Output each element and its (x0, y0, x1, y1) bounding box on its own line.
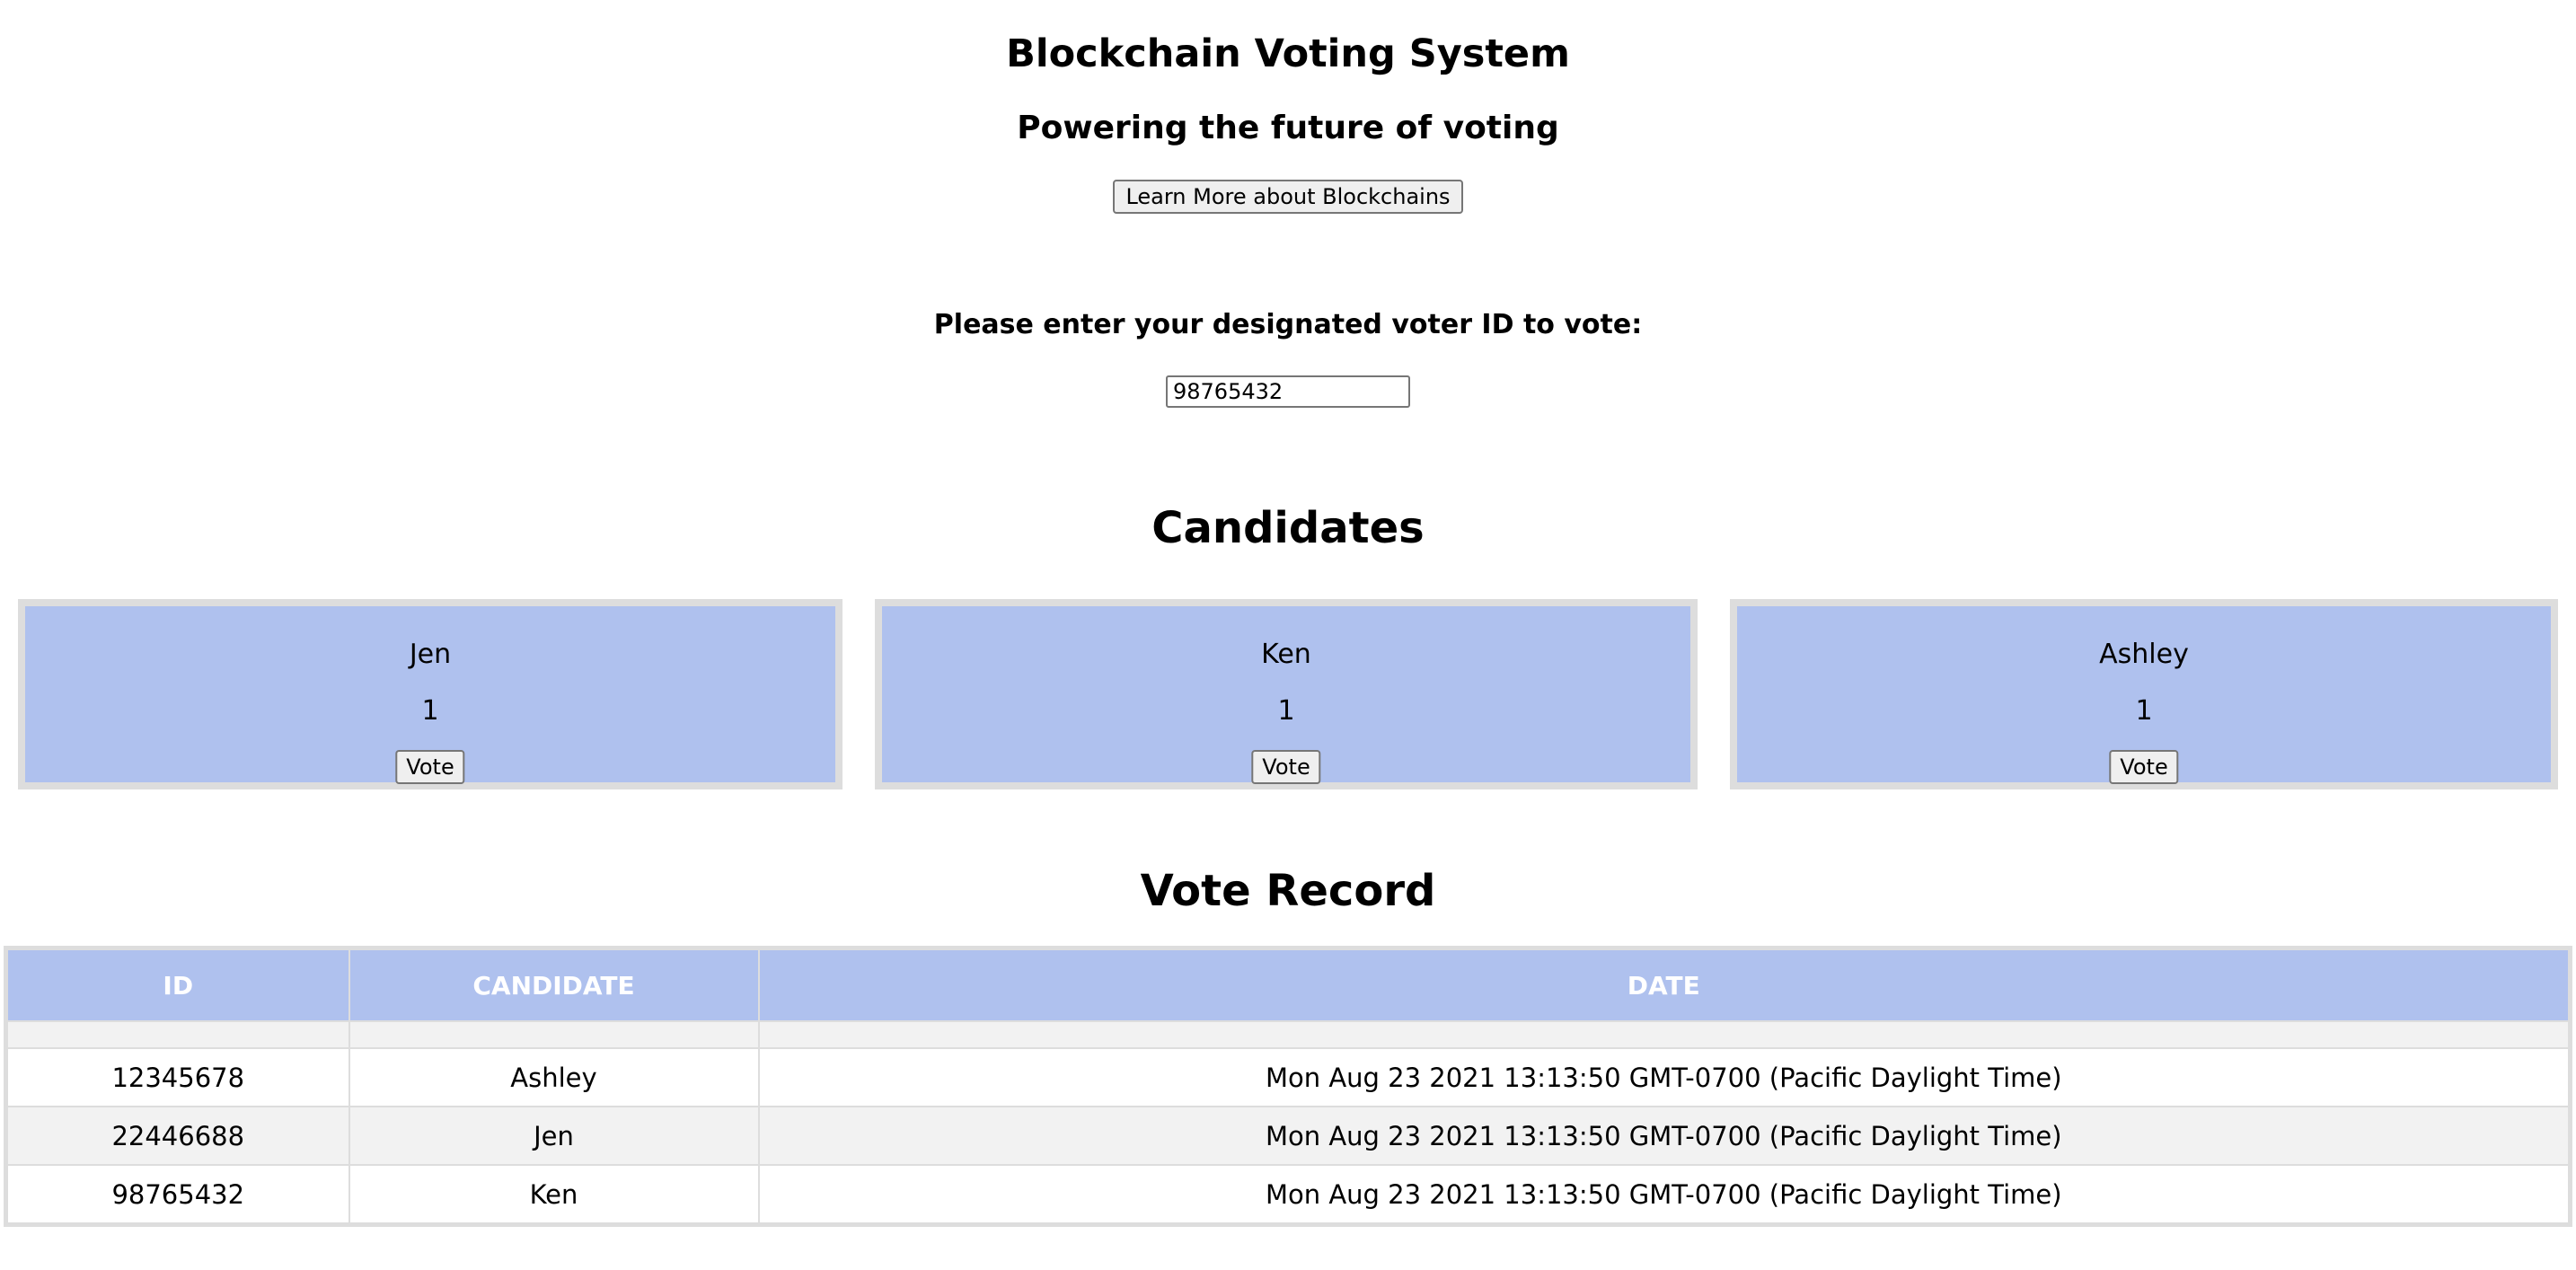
vote-candidate-cell: Ken (348, 1164, 760, 1226)
app-title: Blockchain Voting System (1006, 31, 1570, 76)
table-header-row: ID CANDIDATE DATE (4, 947, 2572, 1022)
vote-id-cell: 12345678 (4, 1047, 350, 1107)
app-subtitle: Powering the future of voting (1017, 110, 1559, 146)
vote-record-title: Vote Record (1140, 866, 1436, 916)
candidate-vote-count: 1 (1277, 695, 1295, 727)
table-row: 22446688 Jen Mon Aug 23 2021 13:13:50 GM… (4, 1106, 2572, 1166)
candidate-name: Ashley (2099, 639, 2189, 670)
candidate-name: Ken (1261, 639, 1311, 670)
vote-date-cell: Mon Aug 23 2021 13:13:50 GMT-0700 (Pacif… (757, 1106, 2572, 1166)
table-empty-row (4, 1020, 2572, 1049)
candidate-vote-count: 1 (2135, 695, 2153, 727)
vote-record-table: ID CANDIDATE DATE 12345678 Ashley Mon Au… (4, 946, 2572, 1227)
column-header-id: ID (4, 947, 350, 1022)
voter-id-input[interactable] (1166, 375, 1410, 408)
candidate-card: Ken 1 Vote (875, 599, 1698, 789)
vote-id-cell: 98765432 (4, 1164, 350, 1226)
learn-more-container: Learn More about Blockchains (0, 180, 2576, 216)
vote-date-cell: Mon Aug 23 2021 13:13:50 GMT-0700 (Pacif… (757, 1047, 2572, 1107)
candidate-card: Jen 1 Vote (18, 599, 842, 789)
vote-date-cell: Mon Aug 23 2021 13:13:50 GMT-0700 (Pacif… (757, 1164, 2572, 1226)
vote-candidate-cell: Jen (348, 1106, 760, 1166)
column-header-candidate: CANDIDATE (348, 947, 760, 1022)
table-row: 12345678 Ashley Mon Aug 23 2021 13:13:50… (4, 1047, 2572, 1107)
table-row: 98765432 Ken Mon Aug 23 2021 13:13:50 GM… (4, 1164, 2572, 1226)
learn-more-button[interactable]: Learn More about Blockchains (1113, 180, 1463, 214)
vote-id-cell: 22446688 (4, 1106, 350, 1166)
voter-id-container (0, 375, 2576, 411)
table-cell (348, 1020, 760, 1049)
vote-button-ashley[interactable]: Vote (2109, 750, 2179, 784)
candidates-title: Candidates (1151, 503, 1425, 553)
vote-candidate-cell: Ashley (348, 1047, 760, 1107)
table-cell (757, 1020, 2572, 1049)
candidate-name: Jen (409, 639, 452, 670)
vote-button-jen[interactable]: Vote (395, 750, 465, 784)
vote-button-ken[interactable]: Vote (1251, 750, 1321, 784)
table-cell (4, 1020, 350, 1049)
candidate-vote-count: 1 (421, 695, 439, 727)
column-header-date: DATE (757, 947, 2572, 1022)
candidate-card: Ashley 1 Vote (1730, 599, 2558, 789)
voter-id-prompt: Please enter your designated voter ID to… (933, 309, 1643, 340)
